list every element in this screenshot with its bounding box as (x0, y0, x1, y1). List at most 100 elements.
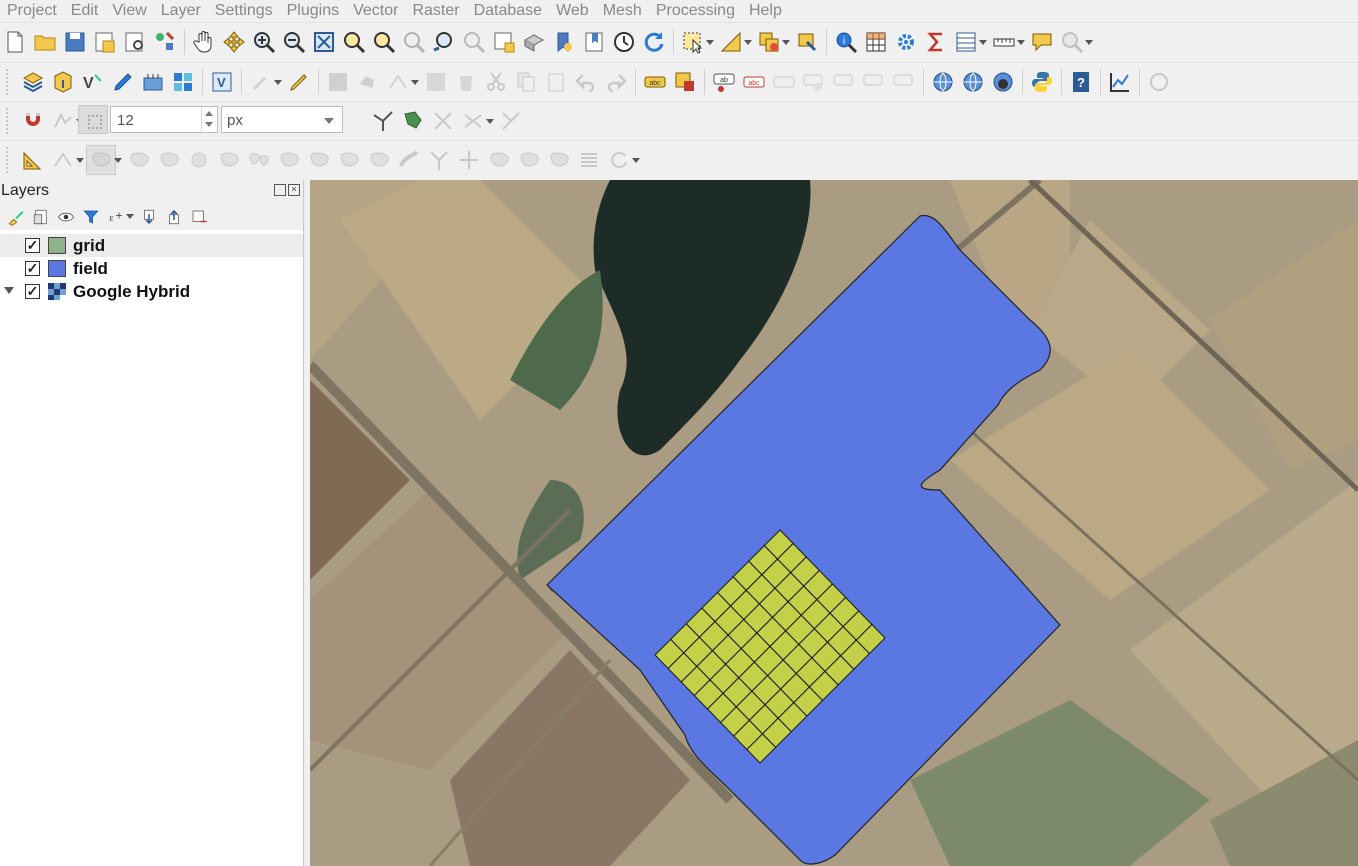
layer-labeling-icon[interactable] (670, 67, 700, 97)
show-bookmarks-icon[interactable] (579, 27, 609, 57)
merge-attributes-icon[interactable] (514, 145, 544, 175)
add-wcs-layer-icon[interactable] (988, 67, 1018, 97)
move-label-icon[interactable] (799, 67, 829, 97)
new-project-icon[interactable] (0, 27, 30, 57)
label-properties-icon[interactable] (889, 67, 919, 97)
snapping-magnet-icon[interactable] (18, 106, 48, 136)
data-source-manager-icon[interactable] (18, 67, 48, 97)
expression-dropdown[interactable] (743, 27, 752, 57)
pan-hand-icon[interactable] (189, 27, 219, 57)
filter-legend-icon[interactable] (78, 205, 103, 229)
reverse-dropdown[interactable] (631, 145, 640, 175)
circle-dropdown[interactable] (113, 145, 122, 175)
float-panel-icon[interactable] (274, 184, 286, 196)
zoom-last-icon[interactable] (429, 27, 459, 57)
topological-editing-icon[interactable] (398, 106, 428, 136)
self-snapping-icon[interactable] (496, 106, 526, 136)
menu-view[interactable]: View (105, 0, 153, 22)
reshape-icon[interactable] (364, 145, 394, 175)
tolerance-spinner[interactable] (201, 107, 217, 132)
select-dropdown[interactable] (705, 27, 714, 57)
new-3d-view-icon[interactable] (519, 27, 549, 57)
redo-icon[interactable] (601, 67, 631, 97)
expand-arrow-icon[interactable] (4, 287, 14, 294)
snap-intersection-icon[interactable] (458, 106, 488, 136)
style-manager-icon[interactable] (150, 27, 180, 57)
identify-features-icon[interactable] (792, 27, 822, 57)
georeferencer-icon[interactable] (1144, 67, 1174, 97)
digitize-icon[interactable] (108, 67, 138, 97)
pin-labels-icon[interactable]: ab (709, 67, 739, 97)
add-feature-icon[interactable] (353, 67, 383, 97)
simplify-feature-icon[interactable] (184, 145, 214, 175)
new-virtual-layer-icon[interactable]: V (78, 67, 108, 97)
python-console-icon[interactable] (1027, 67, 1057, 97)
statistics-icon[interactable] (921, 27, 951, 57)
paste-icon[interactable] (541, 67, 571, 97)
snapping-type-button[interactable] (78, 105, 108, 134)
shape-digitizing-icon[interactable] (48, 145, 78, 175)
new-map-view-icon[interactable] (489, 27, 519, 57)
snapping-tolerance-field[interactable]: 12 (110, 106, 218, 133)
split-parts-icon[interactable] (454, 145, 484, 175)
table-dropdown[interactable] (978, 27, 987, 57)
zoom-native-icon[interactable] (399, 27, 429, 57)
add-ring-icon[interactable] (214, 145, 244, 175)
menu-help[interactable]: Help (742, 0, 789, 22)
menu-processing[interactable]: Processing (649, 0, 742, 22)
rotate-feature-icon[interactable] (154, 145, 184, 175)
zoom-to-layer-icon[interactable] (369, 27, 399, 57)
layer-symbol[interactable] (48, 260, 66, 277)
layer-visibility-checkbox[interactable]: ✓ (25, 284, 40, 299)
menu-raster[interactable]: Raster (405, 0, 466, 22)
current-edits-icon[interactable] (246, 67, 276, 97)
map-canvas[interactable] (310, 180, 1358, 866)
edits-dropdown[interactable] (273, 67, 282, 97)
collapse-all-icon[interactable] (161, 205, 186, 229)
reverse-line-icon[interactable] (604, 145, 634, 175)
avoid-overlap-icon[interactable] (428, 106, 458, 136)
add-part-icon[interactable] (244, 145, 274, 175)
refresh-icon[interactable] (639, 27, 669, 57)
zoom-to-selection-icon[interactable] (339, 27, 369, 57)
profile-tool-icon[interactable] (1105, 67, 1135, 97)
save-edits-icon[interactable] (323, 67, 353, 97)
layer-symbol[interactable] (48, 237, 66, 254)
menu-layer[interactable]: Layer (154, 0, 208, 22)
print-layout-icon[interactable] (120, 27, 150, 57)
modify-attributes-icon[interactable] (421, 67, 451, 97)
layer-row-google-hybrid[interactable]: ✓ Google Hybrid (0, 280, 303, 303)
layer-visibility-checkbox[interactable]: ✓ (25, 238, 40, 253)
shape-dropdown[interactable] (75, 145, 84, 175)
label-toolbar-icon[interactable]: abc (640, 67, 670, 97)
help-icon[interactable]: ? (1066, 67, 1096, 97)
open-attribute-table-icon[interactable] (861, 27, 891, 57)
identify-icon[interactable]: i (831, 27, 861, 57)
tracing-icon[interactable] (368, 106, 398, 136)
new-geopackage-icon[interactable] (48, 67, 78, 97)
add-wfs-layer-icon[interactable] (958, 67, 988, 97)
merge-features-icon[interactable] (484, 145, 514, 175)
layer-row-grid[interactable]: ✓ grid (0, 234, 303, 257)
processing-toolbox-icon[interactable] (891, 27, 921, 57)
gps-icon[interactable] (138, 67, 168, 97)
measure-dropdown[interactable] (1016, 27, 1025, 57)
bookmark-icon[interactable] (549, 27, 579, 57)
snapping-layers-icon[interactable] (48, 106, 78, 136)
menu-project[interactable]: Project (0, 0, 64, 22)
highlight-labels-icon[interactable]: abc (739, 67, 769, 97)
offset-curve-icon[interactable] (394, 145, 424, 175)
align-features-icon[interactable] (574, 145, 604, 175)
split-features-icon[interactable] (424, 145, 454, 175)
raster-calc-icon[interactable] (168, 67, 198, 97)
add-group-icon[interactable] (28, 205, 53, 229)
menu-edit[interactable]: Edit (64, 0, 106, 22)
select-features-icon[interactable] (678, 27, 708, 57)
pan-to-selection-icon[interactable] (219, 27, 249, 57)
manage-visibility-icon[interactable] (53, 205, 78, 229)
temporal-controller-icon[interactable] (609, 27, 639, 57)
add-circle-icon[interactable] (86, 145, 116, 175)
undo-icon[interactable] (571, 67, 601, 97)
zoom-out-icon[interactable] (279, 27, 309, 57)
save-as-icon[interactable] (90, 27, 120, 57)
